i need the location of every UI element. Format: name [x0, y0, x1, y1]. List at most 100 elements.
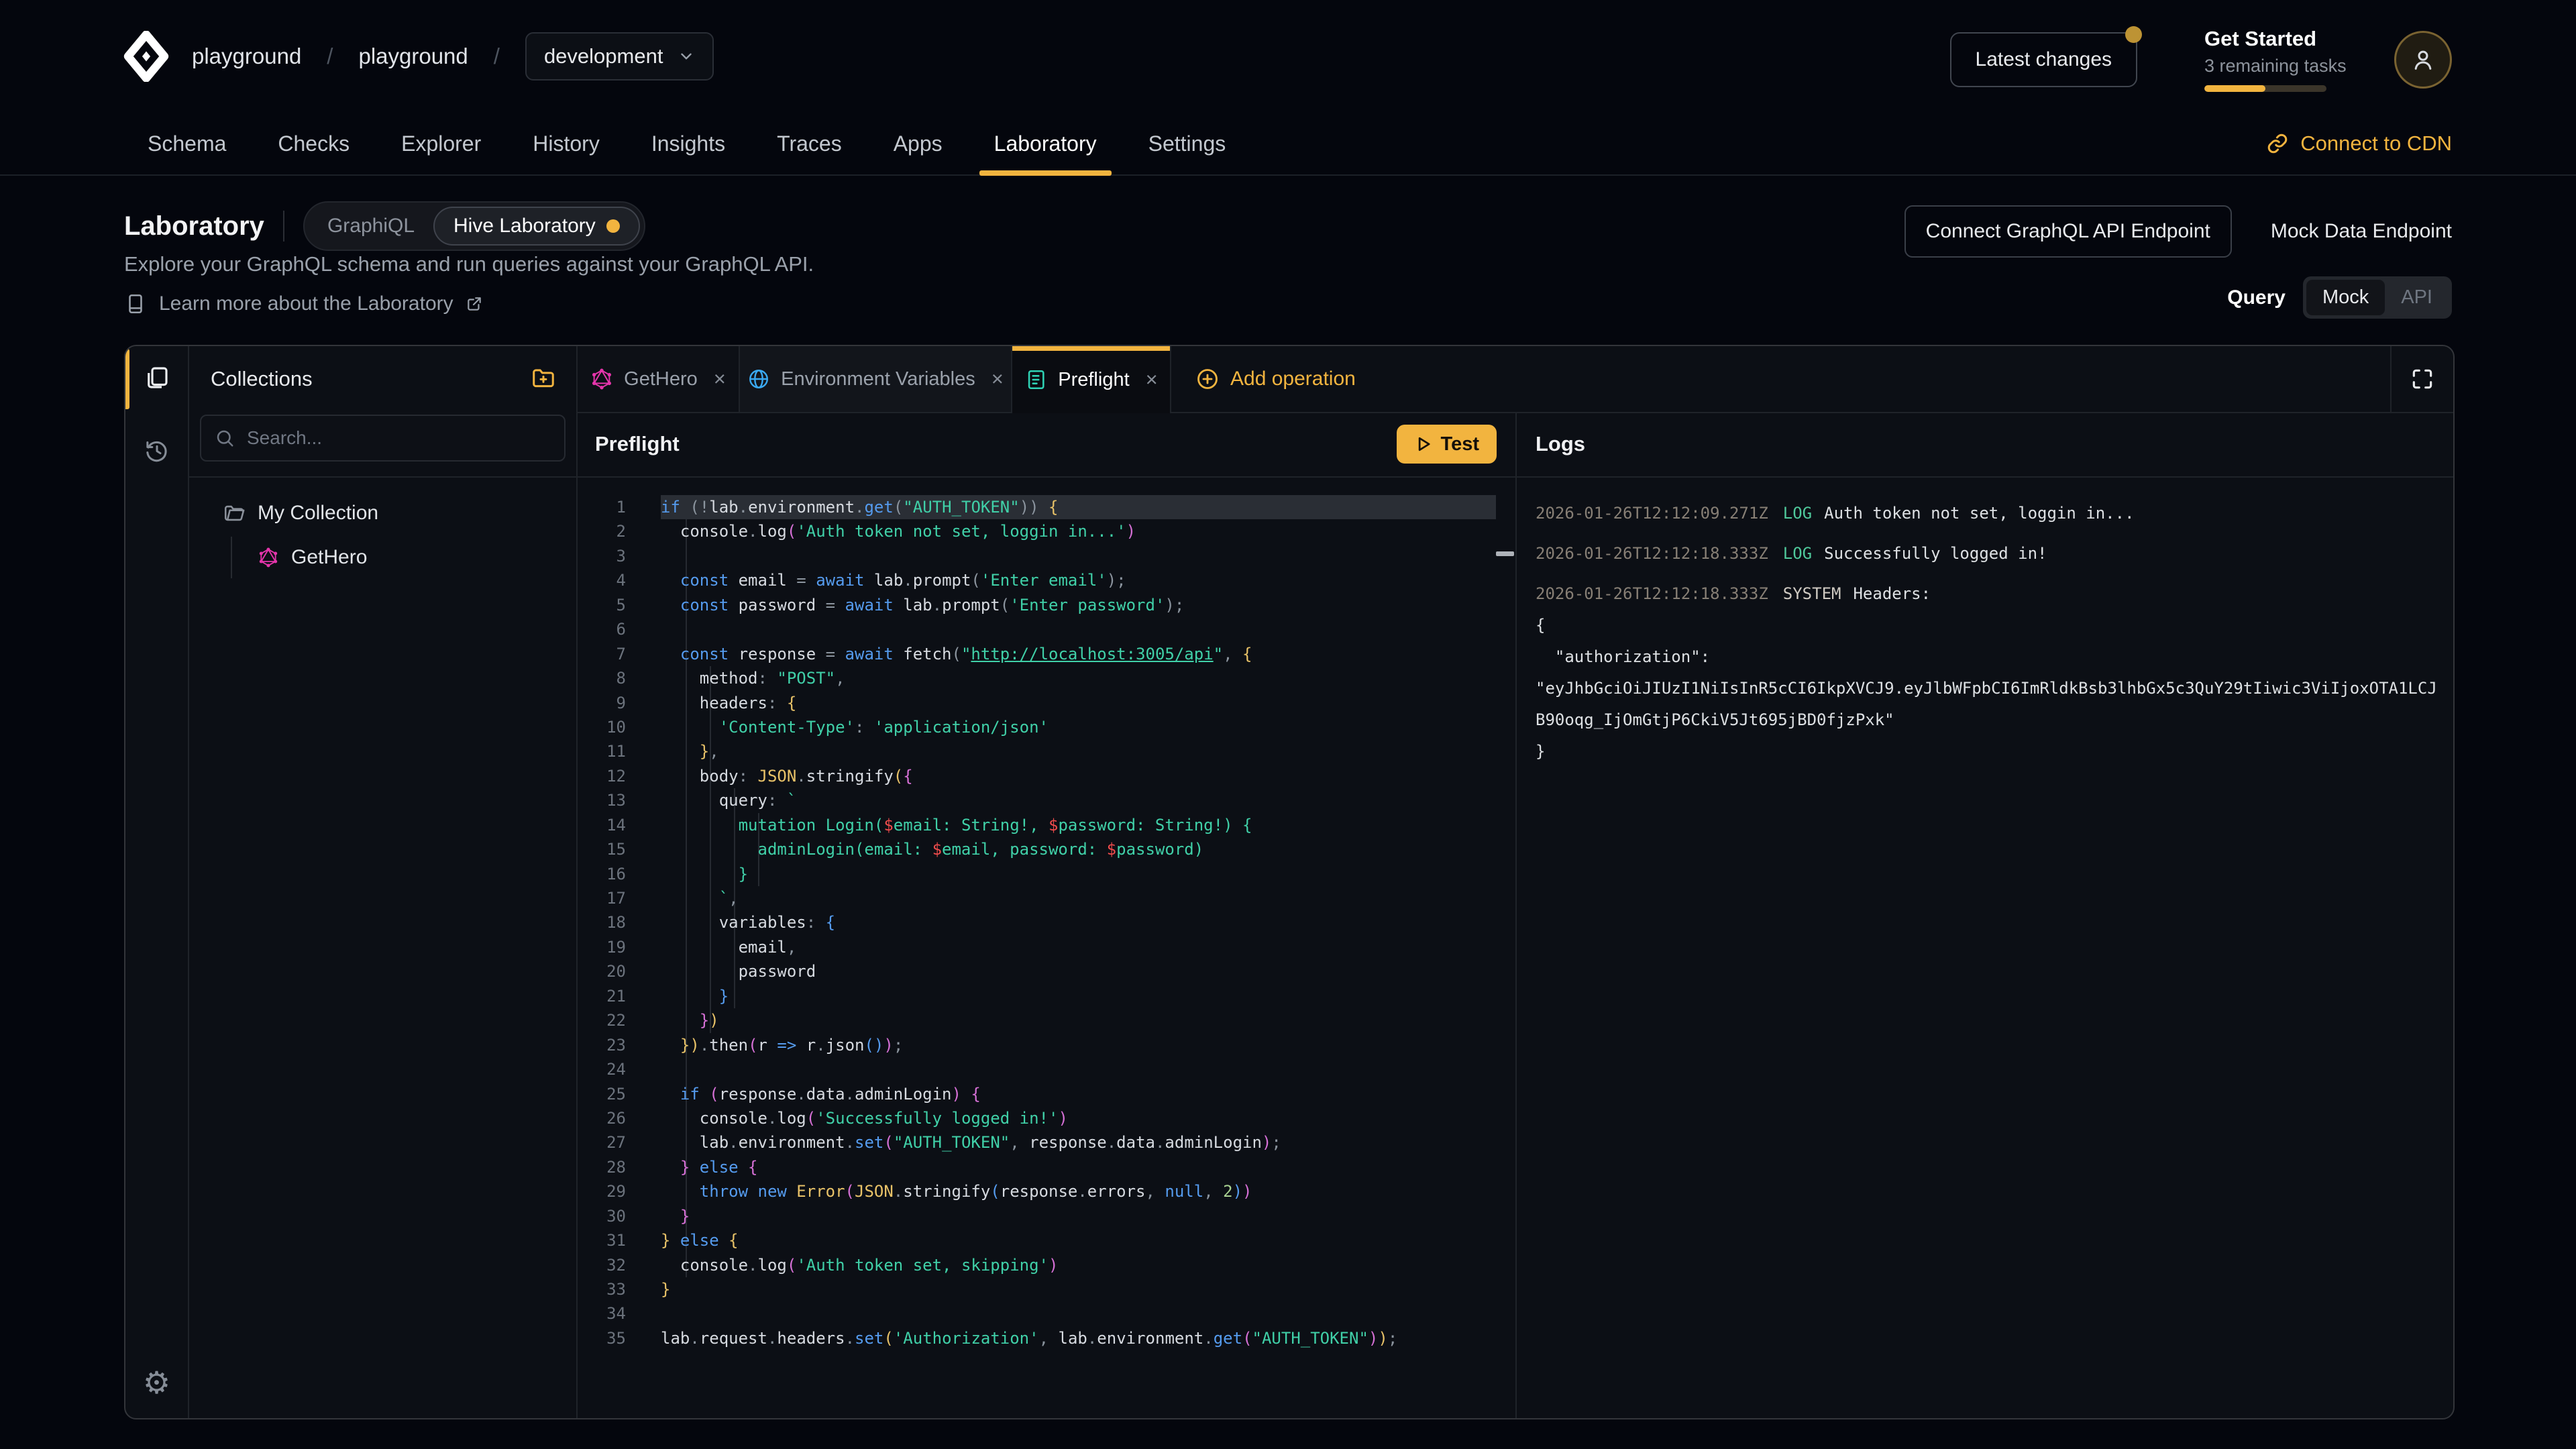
- top-header: playground / playground / development La…: [0, 0, 2576, 113]
- code-line[interactable]: password: [661, 959, 1496, 983]
- logs-header: Logs: [1517, 412, 2453, 478]
- line-number: 9: [578, 691, 626, 715]
- test-button[interactable]: Test: [1397, 425, 1497, 464]
- mock-data-endpoint-button[interactable]: Mock Data Endpoint: [2271, 220, 2452, 243]
- code-line[interactable]: }: [661, 862, 1496, 886]
- page-heading: Laboratory GraphiQL Hive Laboratory Conn…: [124, 201, 2452, 335]
- code-line[interactable]: }): [661, 1008, 1496, 1032]
- test-button-label: Test: [1441, 433, 1479, 455]
- code-line[interactable]: lab.environment.set("AUTH_TOKEN", respon…: [661, 1130, 1496, 1155]
- learn-more-link[interactable]: Learn more about the Laboratory: [124, 292, 483, 315]
- target-selector[interactable]: development: [525, 32, 714, 80]
- latest-changes-button[interactable]: Latest changes: [1950, 32, 2137, 87]
- mode-option-hive-laboratory[interactable]: Hive Laboratory: [433, 207, 640, 246]
- get-started-widget[interactable]: Get Started 3 remaining tasks: [2204, 27, 2328, 92]
- breadcrumb-org[interactable]: playground: [192, 44, 301, 69]
- code-line[interactable]: 'Content-Type': 'application/json': [661, 715, 1496, 739]
- tab-label: Environment Variables: [781, 368, 975, 390]
- connect-graphql-endpoint-button[interactable]: Connect GraphQL API Endpoint: [1904, 205, 2232, 258]
- endpoint-option-mock[interactable]: Mock: [2306, 280, 2385, 315]
- code-line[interactable]: [661, 544, 1496, 568]
- header-right: Latest changes Get Started 3 remaining t…: [1950, 27, 2452, 92]
- line-number: 22: [578, 1008, 626, 1032]
- code-line[interactable]: if (response.data.adminLogin) {: [661, 1082, 1496, 1106]
- code-line[interactable]: console.log('Auth token set, skipping'): [661, 1253, 1496, 1277]
- code-line[interactable]: console.log('Auth token not set, loggin …: [661, 519, 1496, 543]
- code-line[interactable]: console.log('Successfully logged in!'): [661, 1106, 1496, 1130]
- nav-item-traces[interactable]: Traces: [777, 113, 842, 174]
- code-line[interactable]: mutation Login($email: String!, $passwor…: [661, 813, 1496, 837]
- code-line[interactable]: [661, 1057, 1496, 1081]
- breadcrumb-project[interactable]: playground: [358, 44, 468, 69]
- code-line[interactable]: variables: {: [661, 910, 1496, 934]
- close-icon[interactable]: ×: [714, 367, 726, 391]
- editor-scrollbar-thumb[interactable]: [1496, 551, 1514, 556]
- code-line[interactable]: adminLogin(email: $email, password: $pas…: [661, 837, 1496, 861]
- code-line[interactable]: query: `: [661, 788, 1496, 812]
- search-input[interactable]: [246, 427, 551, 449]
- code-line[interactable]: } else {: [661, 1155, 1496, 1179]
- fullscreen-icon[interactable]: [2390, 346, 2453, 412]
- line-number: 27: [578, 1130, 626, 1155]
- code-line[interactable]: }).then(r => r.json());: [661, 1033, 1496, 1057]
- collection-folder-my-collection[interactable]: My Collection: [189, 494, 576, 533]
- code-line[interactable]: [661, 617, 1496, 641]
- code-line[interactable]: throw new Error(JSON.stringify(response.…: [661, 1179, 1496, 1203]
- code-line[interactable]: email,: [661, 935, 1496, 959]
- hive-logo-icon[interactable]: [123, 31, 170, 82]
- editor-header: Preflight Test: [578, 412, 1515, 478]
- code-line[interactable]: [661, 1301, 1496, 1326]
- line-number: 1: [578, 495, 626, 519]
- code-line[interactable]: const response = await fetch("http://loc…: [661, 642, 1496, 666]
- tab-label: GetHero: [624, 368, 698, 390]
- code-line[interactable]: lab.request.headers.set('Authorization',…: [661, 1326, 1496, 1350]
- nav-item-schema[interactable]: Schema: [148, 113, 226, 174]
- nav-item-settings[interactable]: Settings: [1148, 113, 1226, 174]
- nav-item-insights[interactable]: Insights: [651, 113, 725, 174]
- operation-item-gethero[interactable]: GetHero: [189, 538, 576, 577]
- tab-gethero[interactable]: GetHero ×: [578, 346, 740, 412]
- code-line[interactable]: } else {: [661, 1228, 1496, 1252]
- mode-option-graphiql[interactable]: GraphiQL: [309, 208, 433, 244]
- laboratory-panel: ⚙ Collections My Collection: [124, 345, 2455, 1419]
- endpoint-option-api[interactable]: API: [2385, 280, 2449, 315]
- add-operation-button[interactable]: Add operation: [1195, 346, 1356, 412]
- nav-item-explorer[interactable]: Explorer: [401, 113, 481, 174]
- editor-title: Preflight: [595, 412, 680, 476]
- editor-gutter: 1234567891011121314151617181920212223242…: [578, 495, 626, 1350]
- code-line[interactable]: }: [661, 984, 1496, 1008]
- line-number: 15: [578, 837, 626, 861]
- nav-item-laboratory[interactable]: Laboratory: [994, 113, 1097, 174]
- avatar[interactable]: [2394, 31, 2452, 89]
- code-line[interactable]: `,: [661, 886, 1496, 910]
- code-line[interactable]: },: [661, 739, 1496, 763]
- line-number: 28: [578, 1155, 626, 1179]
- nav-item-apps[interactable]: Apps: [894, 113, 943, 174]
- code-line[interactable]: body: JSON.stringify({: [661, 764, 1496, 788]
- code-line[interactable]: headers: {: [661, 691, 1496, 715]
- code-editor[interactable]: 1234567891011121314151617181920212223242…: [578, 478, 1515, 1418]
- tab-environment-variables[interactable]: Environment Variables ×: [740, 346, 1012, 412]
- code-line[interactable]: if (!lab.environment.get("AUTH_TOKEN")) …: [661, 495, 1496, 519]
- tab-preflight[interactable]: Preflight ×: [1012, 346, 1171, 413]
- editor-code[interactable]: if (!lab.environment.get("AUTH_TOKEN")) …: [661, 495, 1496, 1350]
- collections-search[interactable]: [200, 415, 566, 462]
- line-number: 24: [578, 1057, 626, 1081]
- add-collection-icon[interactable]: [531, 365, 556, 390]
- code-line[interactable]: }: [661, 1204, 1496, 1228]
- code-line[interactable]: const email = await lab.prompt('Enter em…: [661, 568, 1496, 592]
- connect-to-cdn-link[interactable]: Connect to CDN: [2265, 113, 2452, 174]
- code-line[interactable]: }: [661, 1277, 1496, 1301]
- nav-item-history[interactable]: History: [533, 113, 600, 174]
- gear-icon[interactable]: ⚙: [125, 1367, 188, 1398]
- code-line[interactable]: method: "POST",: [661, 666, 1496, 690]
- history-icon[interactable]: [125, 437, 188, 464]
- nav-item-checks[interactable]: Checks: [278, 113, 350, 174]
- close-icon[interactable]: ×: [991, 367, 1004, 391]
- code-line[interactable]: const password = await lab.prompt('Enter…: [661, 593, 1496, 617]
- connect-to-cdn-label: Connect to CDN: [2300, 131, 2452, 156]
- collections-icon[interactable]: [125, 364, 188, 392]
- progress-fill: [2204, 85, 2265, 92]
- breadcrumb: playground / playground / development: [192, 0, 714, 113]
- close-icon[interactable]: ×: [1146, 368, 1158, 392]
